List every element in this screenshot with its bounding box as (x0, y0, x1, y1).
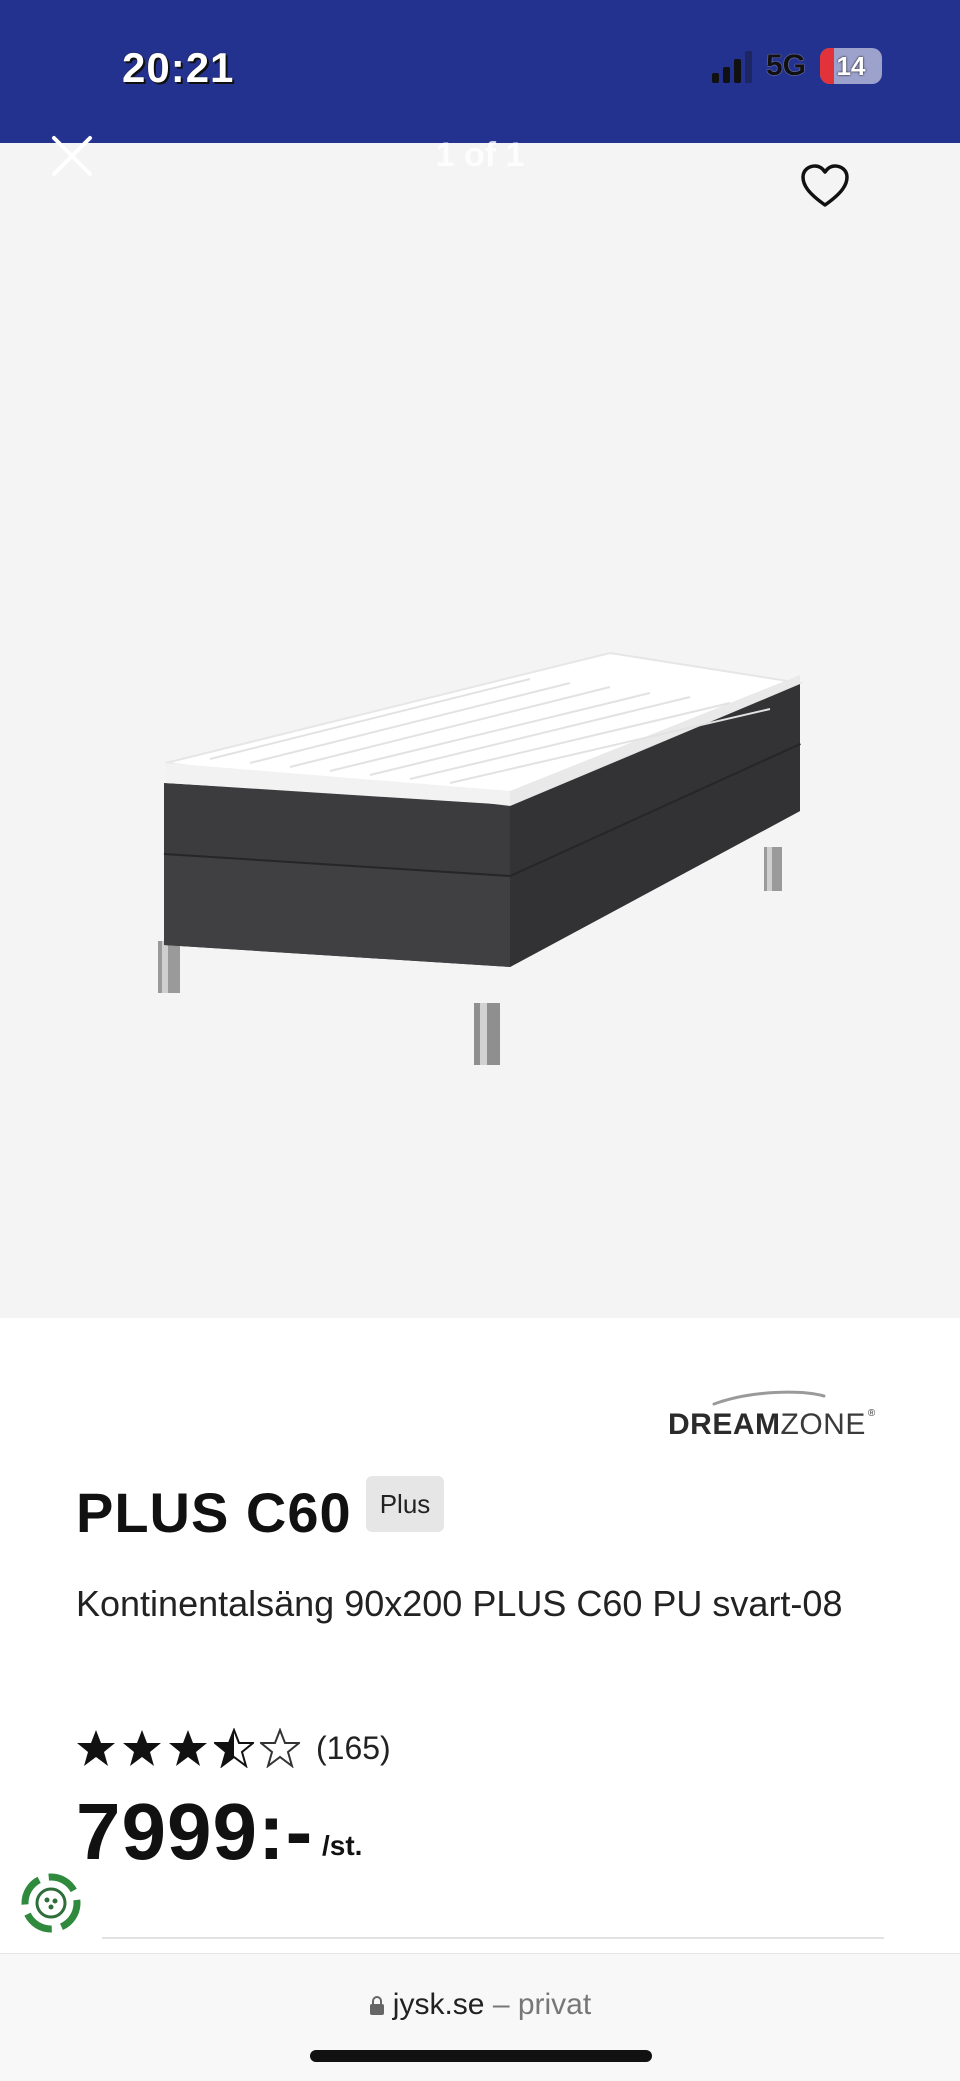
review-count: (165) (316, 1729, 391, 1766)
product-price: 7999:- (76, 1787, 314, 1876)
product-image-viewer (0, 143, 960, 1318)
product-image (158, 651, 804, 1065)
url-separator: – (492, 1988, 510, 2021)
star-full-icon (123, 1730, 161, 1766)
battery-level: 14 (836, 50, 866, 81)
status-indicators: 5G 14 (711, 48, 882, 84)
lock-icon (369, 1996, 384, 2015)
home-indicator[interactable] (310, 2050, 652, 2062)
signal-icon (711, 49, 752, 83)
recycle-icon[interactable] (16, 1868, 86, 1938)
battery-icon: 14 (820, 48, 882, 84)
price-unit: /st. (322, 1830, 363, 1861)
url-display[interactable]: jysk.se – privat (0, 1988, 960, 2022)
private-mode-label: privat (517, 1988, 592, 2021)
status-time: 20:21 (122, 44, 235, 91)
star-full-icon (77, 1730, 115, 1766)
section-divider (102, 1937, 884, 1939)
star-empty-icon (260, 1728, 300, 1768)
url-domain: jysk.se (392, 1988, 485, 2021)
product-description: Kontinentalsäng 90x200 PLUS C60 PU svart… (76, 1583, 843, 1624)
star-half-icon (214, 1728, 254, 1768)
plus-badge: Plus (366, 1476, 444, 1532)
network-type: 5G (765, 49, 806, 82)
product-title: PLUS C60 (76, 1481, 352, 1544)
heart-icon[interactable] (800, 163, 850, 209)
brand-logo: DREAMZONE ® (668, 1408, 876, 1441)
star-full-icon (169, 1730, 207, 1766)
product-rating[interactable]: (165) (76, 1728, 391, 1768)
rating-stars (76, 1728, 300, 1768)
